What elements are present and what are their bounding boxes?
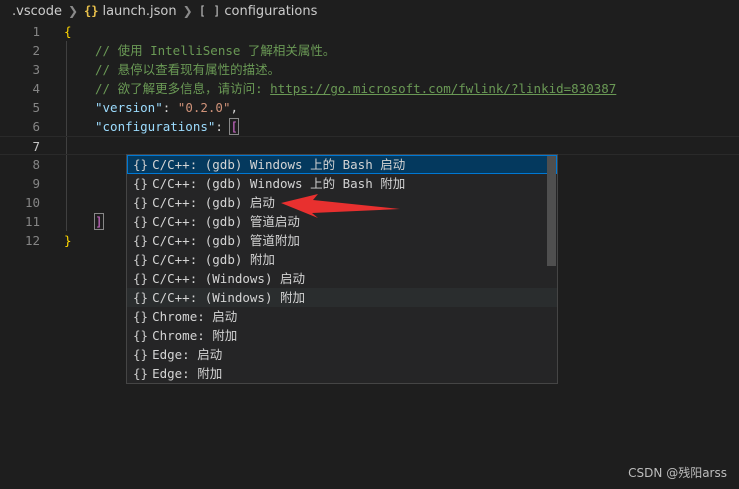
annotation-arrow-icon [281, 194, 400, 218]
watermark: CSDN @残阳arss [628, 466, 727, 480]
